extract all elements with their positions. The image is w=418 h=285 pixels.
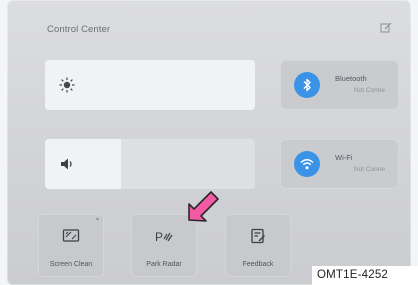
wifi-tile[interactable]: Wi-Fi Not Conne xyxy=(280,139,399,189)
bluetooth-icon-circle xyxy=(294,72,320,98)
brightness-slider[interactable] xyxy=(45,60,255,110)
bluetooth-label: Bluetooth xyxy=(335,74,367,83)
feedback-label: Feedback xyxy=(242,261,274,268)
pointer-arrow-icon xyxy=(188,191,219,222)
speaker-icon xyxy=(61,158,72,170)
edit-icon[interactable] xyxy=(380,22,392,34)
park-radar-label: Park Radar xyxy=(146,261,182,268)
volume-slider[interactable] xyxy=(45,139,255,189)
screen-clean-icon xyxy=(62,229,80,242)
park-radar-icon: P xyxy=(155,230,173,244)
bluetooth-icon xyxy=(303,78,311,92)
svg-text:P: P xyxy=(155,230,163,244)
control-center-panel: Control Center Bluetooth Not Conne Wi-Fi… xyxy=(7,0,411,285)
sun-icon xyxy=(59,77,75,93)
feedback-icon xyxy=(251,228,265,244)
figure-label: OMT1E-4252 xyxy=(312,266,418,285)
wifi-icon-circle xyxy=(294,151,320,177)
brightness-fill xyxy=(45,60,255,110)
panel-title: Control Center xyxy=(47,24,111,35)
wifi-label: Wi-Fi xyxy=(335,153,353,162)
corner-mark-icon: ▾ xyxy=(95,217,99,223)
bluetooth-status: Not Conne xyxy=(353,87,385,94)
feedback-button[interactable]: Feedback xyxy=(225,214,291,277)
screen-clean-label: Screen Clean xyxy=(49,261,93,268)
wifi-status: Not Conne xyxy=(353,166,385,173)
screen-clean-button[interactable]: ▾ Screen Clean xyxy=(38,214,104,277)
volume-fill xyxy=(45,139,121,189)
wifi-icon xyxy=(300,159,314,170)
bluetooth-tile[interactable]: Bluetooth Not Conne xyxy=(280,60,399,110)
